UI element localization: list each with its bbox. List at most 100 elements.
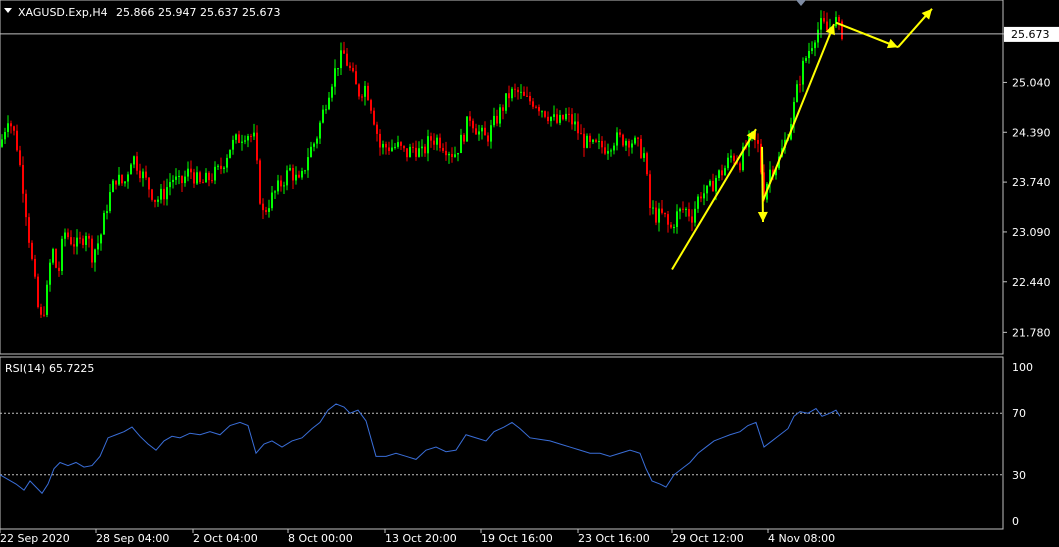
candle-body [178, 175, 180, 177]
candle-body [739, 163, 741, 171]
candle-body [289, 167, 291, 171]
candle-body [664, 212, 666, 215]
candle-body [223, 167, 225, 169]
trend-arrow-line[interactable] [761, 146, 764, 222]
candle-body [649, 174, 651, 209]
candle-body [712, 180, 714, 192]
rsi-tick-label: 0 [1012, 515, 1019, 528]
candle-body [799, 84, 801, 86]
candle-body [820, 18, 822, 30]
candle-body [70, 237, 72, 245]
candle-body [283, 185, 285, 187]
candle-body [154, 199, 156, 202]
rsi-axis: 100 70 30 0 [1012, 361, 1033, 528]
candle-body [673, 227, 675, 229]
candle-body [322, 109, 324, 123]
price-axis[interactable]: 25.040 24.390 23.740 23.090 22.440 21.780 [1003, 33, 1051, 339]
candle-body [397, 142, 399, 147]
candle-body [805, 58, 807, 61]
candle-body [511, 88, 513, 99]
time-tick-label: 22 Sep 2020 [0, 532, 70, 545]
candle-body [370, 100, 372, 111]
candle-body [190, 168, 192, 173]
rsi-tick-label: 30 [1012, 469, 1026, 482]
candle-body [538, 107, 540, 112]
candle-body [589, 135, 591, 143]
candle-body [403, 145, 405, 149]
candle-body [250, 136, 252, 138]
candle-body [241, 141, 243, 143]
candle-body [496, 115, 498, 124]
candle-body [835, 17, 837, 27]
candle-body [796, 84, 798, 102]
candle-body [463, 134, 465, 142]
candle-body [163, 188, 165, 200]
candle-body [379, 133, 381, 148]
candle-body [13, 126, 15, 131]
price-tick-label: 24.390 [1012, 126, 1051, 139]
candle-body [706, 185, 708, 194]
candle-body [535, 106, 537, 108]
candle-body [811, 48, 813, 51]
candle-body [307, 157, 309, 171]
rsi-header: RSI(14) 65.7225 [5, 362, 94, 375]
candle-body [85, 235, 87, 245]
candle-body [601, 141, 603, 148]
candle-body [106, 211, 108, 213]
candle-body [406, 148, 408, 158]
candle-body [358, 84, 360, 97]
candle-body [562, 115, 564, 120]
candle-body [382, 143, 384, 148]
candle-body [622, 134, 624, 146]
candle-body [274, 191, 276, 193]
candle-body [286, 170, 288, 186]
candle-body [637, 137, 639, 139]
candle-body [52, 249, 54, 263]
chart-header-ohlc: 25.866 25.947 25.637 25.673 [116, 6, 280, 19]
candle-body [676, 211, 678, 228]
price-tick-label: 23.090 [1012, 226, 1051, 239]
candle-body [658, 208, 660, 223]
time-axis[interactable]: 22 Sep 2020 28 Sep 04:00 2 Oct 04:00 8 Oct … [0, 529, 835, 545]
candle-body [424, 146, 426, 154]
candle-body [181, 175, 183, 184]
candle-body [247, 136, 249, 141]
candle-body [40, 307, 42, 315]
candle-body [319, 122, 321, 139]
candle-body [16, 130, 18, 151]
candle-body [550, 116, 552, 122]
candle-body [679, 208, 681, 212]
candle-body [430, 136, 432, 141]
candle-body [478, 131, 480, 135]
candle-body [271, 192, 273, 209]
candle-body [373, 110, 375, 125]
candle-body [31, 242, 33, 259]
candle-body [256, 132, 258, 161]
candle-body [505, 93, 507, 111]
candle-body [7, 123, 9, 132]
candle-body [697, 196, 699, 209]
candle-body [343, 50, 345, 54]
candle-body [721, 170, 723, 176]
candle-body [757, 140, 759, 144]
candle-body [166, 187, 168, 200]
rsi-tick-label: 70 [1012, 407, 1026, 420]
candle-body [361, 96, 363, 98]
candle-body [577, 121, 579, 134]
candle-body [508, 93, 510, 99]
candle-body [733, 155, 735, 161]
rsi-pane[interactable]: RSI(14) 65.7225 100 70 30 0 [0, 356, 1033, 530]
candle-body [25, 193, 27, 218]
candle-body [559, 115, 561, 123]
candle-body [37, 276, 39, 308]
candle-body [517, 89, 519, 93]
trading-chart[interactable]: XAGUSD.Exp,H4 25.866 25.947 25.637 25.67… [0, 0, 1059, 547]
price-pane[interactable]: XAGUSD.Exp,H4 25.866 25.947 25.637 25.67… [0, 0, 1059, 355]
candle-body [205, 172, 207, 183]
price-tick-label: 21.780 [1012, 326, 1051, 339]
candle-body [43, 314, 45, 316]
candle-body [466, 116, 468, 142]
candle-body [442, 147, 444, 151]
candle-body [67, 232, 69, 238]
candle-body [310, 146, 312, 158]
